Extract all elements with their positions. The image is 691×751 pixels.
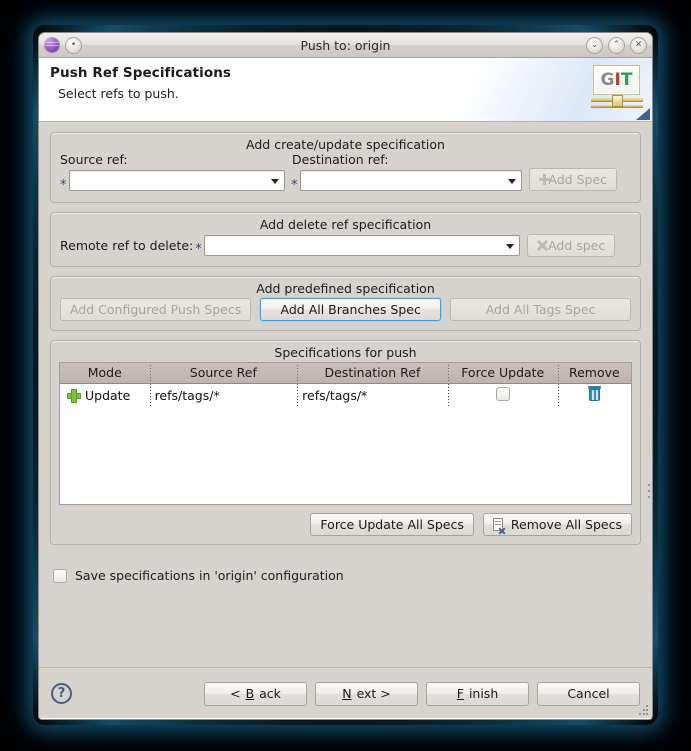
force-update-all-specs-button[interactable]: Force Update All Specs — [310, 513, 474, 536]
chevron-down-icon — [271, 178, 279, 184]
git-logo-g: G — [600, 70, 615, 90]
close-icon[interactable]: ✕ — [630, 36, 647, 54]
x-mark-icon — [537, 240, 543, 251]
table-row[interactable]: Update refs/tags/* refs/tags/* — [60, 383, 631, 407]
save-specifications-row[interactable]: Save specifications in 'origin' configur… — [53, 568, 641, 583]
delete-ref-group: Add delete ref specification Remote ref … — [50, 212, 641, 267]
save-specifications-label: Save specifications in 'origin' configur… — [75, 568, 344, 583]
trash-icon[interactable] — [587, 386, 601, 402]
push-dialog-window: • Push to: origin ⌄ ⌃ ✕ Push Ref Specifi… — [38, 32, 653, 720]
add-delete-spec-button-label: Add spec — [548, 238, 606, 253]
resize-grip[interactable] — [638, 705, 650, 717]
cancel-button[interactable]: Cancel — [537, 681, 640, 706]
chevron-down-icon — [506, 243, 515, 249]
maximize-icon[interactable]: ⌃ — [608, 36, 625, 54]
side-resize-grip[interactable] — [647, 482, 652, 504]
specifications-table: Mode Source Ref Destination Ref Force Up… — [60, 363, 631, 407]
finish-button[interactable]: Finish — [426, 681, 529, 706]
remote-ref-combo[interactable] — [204, 235, 521, 256]
help-icon[interactable]: ? — [51, 683, 72, 704]
column-header-source-ref[interactable]: Source Ref — [149, 363, 298, 384]
cell-mode-label: Update — [85, 387, 131, 403]
remote-ref-required-marker: * — [195, 241, 202, 257]
window-menu-icon[interactable]: • — [65, 36, 82, 54]
window-title: Push to: origin — [300, 37, 391, 53]
add-delete-spec-button[interactable]: Add spec — [527, 234, 616, 257]
delete-ref-group-title: Add delete ref specification — [259, 217, 432, 232]
force-update-checkbox[interactable] — [495, 386, 510, 401]
specifications-group-title: Specifications for push — [274, 345, 417, 360]
back-button[interactable]: < Back — [204, 681, 307, 706]
green-plus-icon — [67, 389, 81, 404]
remote-ref-label: Remote ref to delete: — [60, 238, 194, 253]
remove-all-specs-button[interactable]: Remove All Specs — [482, 513, 632, 536]
cell-destination-ref: refs/tags/* — [297, 383, 448, 407]
git-logo-icon: GIT — [591, 65, 643, 113]
column-header-mode[interactable]: Mode — [60, 363, 150, 384]
git-logo-knob — [612, 95, 623, 107]
cell-mode: Update — [60, 383, 150, 407]
source-ref-label: Source ref: — [60, 152, 128, 167]
wizard-header: Push Ref Specifications Select refs to p… — [39, 58, 652, 122]
predefined-spec-group: Add predefined specification Add Configu… — [50, 276, 641, 331]
add-spec-button[interactable]: Add Spec — [529, 168, 617, 191]
minimize-icon[interactable]: ⌄ — [586, 36, 603, 54]
column-header-destination-ref[interactable]: Destination Ref — [297, 363, 448, 384]
save-specifications-checkbox[interactable] — [53, 568, 67, 583]
app-sphere-icon — [44, 37, 60, 53]
cell-force-update — [447, 383, 558, 407]
table-header-row: Mode Source Ref Destination Ref Force Up… — [60, 363, 631, 384]
page-subtitle: Select refs to push. — [58, 86, 179, 101]
title-bar[interactable]: • Push to: origin ⌄ ⌃ ✕ — [39, 33, 652, 58]
specifications-table-wrapper[interactable]: Mode Source Ref Destination Ref Force Up… — [59, 362, 632, 505]
add-all-branches-spec-button[interactable]: Add All Branches Spec — [260, 298, 442, 321]
column-header-remove[interactable]: Remove — [557, 363, 631, 384]
destination-ref-required-marker: * — [291, 178, 298, 193]
dialog-footer: ? < Back Next > Finish Cancel — [39, 667, 652, 719]
predefined-group-title: Add predefined specification — [256, 281, 435, 296]
next-button[interactable]: Next > — [315, 681, 418, 706]
destination-ref-combo[interactable] — [300, 170, 522, 191]
desktop-background: • Push to: origin ⌄ ⌃ ✕ Push Ref Specifi… — [0, 0, 691, 751]
plus-icon — [539, 174, 552, 185]
document-remove-icon — [492, 517, 506, 535]
destination-ref-label: Destination ref: — [292, 152, 389, 167]
add-all-tags-spec-button[interactable]: Add All Tags Spec — [450, 298, 632, 321]
column-header-force-update[interactable]: Force Update — [447, 363, 558, 384]
create-update-group: Add create/update specification Source r… — [50, 132, 641, 203]
source-ref-required-marker: * — [60, 178, 67, 193]
specifications-group: Specifications for push Mode Source Ref … — [50, 340, 641, 545]
source-ref-combo[interactable] — [69, 170, 285, 191]
create-update-group-title: Add create/update specification — [246, 137, 445, 152]
dialog-body: Add create/update specification Source r… — [39, 122, 652, 667]
cell-remove — [557, 383, 631, 407]
add-spec-button-label: Add Spec — [548, 172, 607, 187]
chevron-down-icon — [508, 178, 516, 184]
remove-all-specs-label: Remove All Specs — [510, 517, 622, 532]
cell-source-ref: refs/tags/* — [149, 383, 298, 407]
page-title: Push Ref Specifications — [50, 65, 232, 81]
add-configured-push-specs-button[interactable]: Add Configured Push Specs — [60, 298, 252, 321]
header-corner-triangle — [636, 108, 650, 120]
git-logo-t: T — [620, 70, 633, 90]
